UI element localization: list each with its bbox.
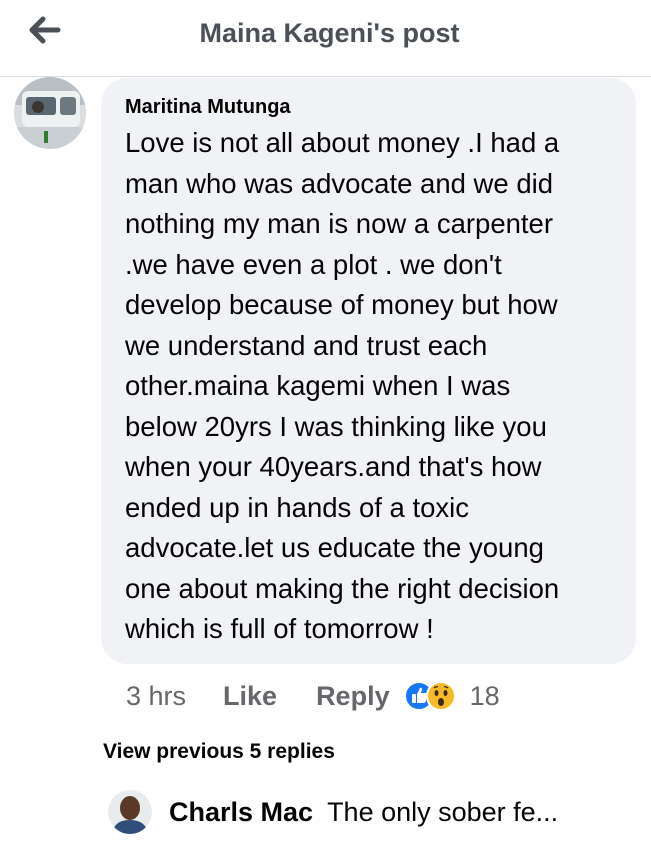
- reply-author-name[interactable]: Charls Mac: [169, 797, 313, 828]
- page-title: Maina Kageni's post: [199, 18, 460, 48]
- comment-bubble: Maritina Mutunga Love is not all about m…: [101, 78, 636, 664]
- like-button[interactable]: Like: [223, 681, 277, 712]
- comment-text: Love is not all about money .I had a man…: [125, 127, 560, 644]
- reply-button[interactable]: Reply: [316, 681, 390, 712]
- reaction-summary[interactable]: 18: [403, 680, 500, 712]
- commenter-avatar[interactable]: [14, 77, 86, 149]
- post-header: Maina Kageni's post: [0, 0, 651, 77]
- reply-avatar-photo: [108, 790, 152, 834]
- view-previous-replies-link[interactable]: View previous 5 replies: [103, 740, 335, 764]
- reply-preview[interactable]: Charls Mac The only sober fe...: [108, 790, 651, 834]
- reply-snippet: The only sober fe...: [327, 796, 559, 827]
- comment-actions: 3 hrs Like Reply 18: [126, 676, 500, 716]
- comment-author[interactable]: Maritina Mutunga: [125, 94, 616, 120]
- reply-author-avatar[interactable]: [108, 790, 152, 834]
- reaction-count: 18: [469, 680, 500, 711]
- avatar-photo: [14, 77, 86, 149]
- comment-timestamp[interactable]: 3 hrs: [126, 681, 186, 712]
- wow-reaction-icon: [425, 681, 456, 711]
